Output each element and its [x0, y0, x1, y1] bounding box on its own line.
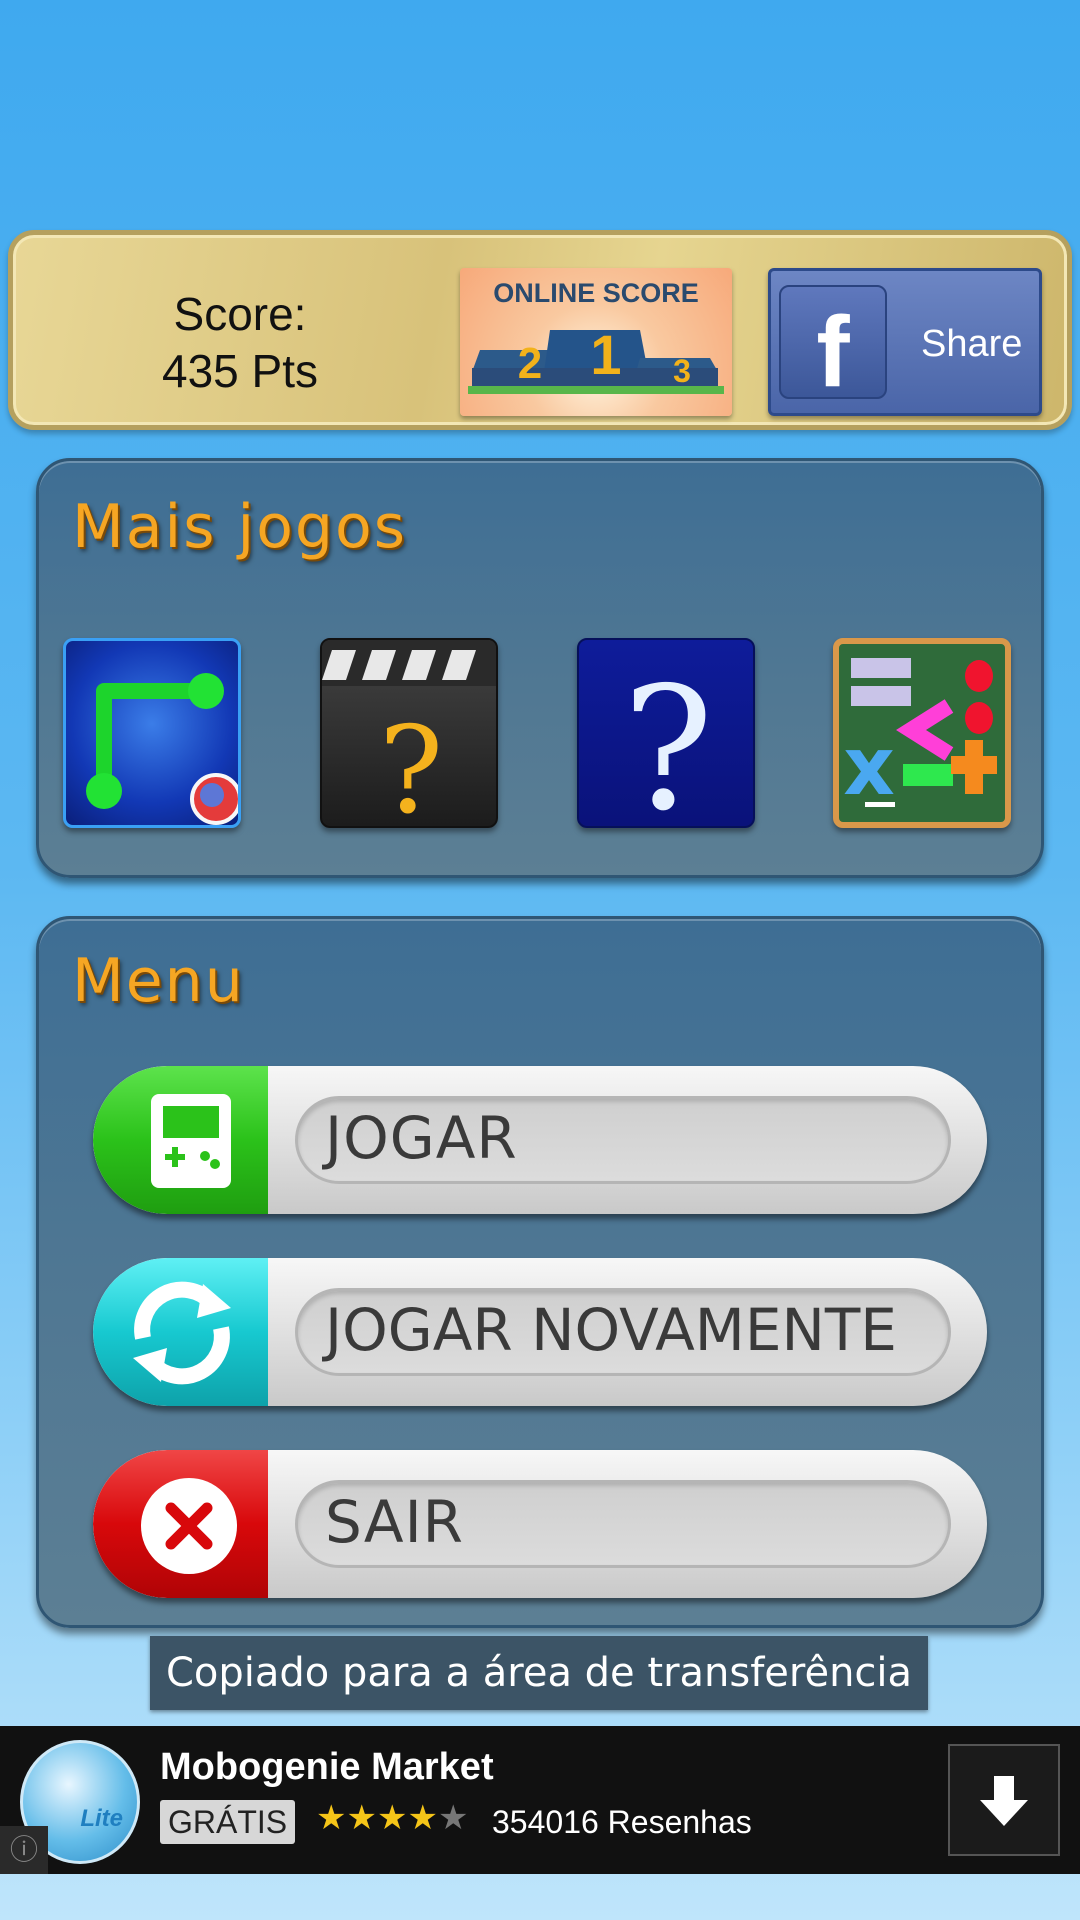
clipboard-toast: Copiado para a área de transferência: [150, 1636, 928, 1710]
svg-text:x: x: [843, 720, 895, 813]
facebook-icon: f: [779, 285, 887, 399]
star-icon: ★: [346, 1798, 377, 1838]
star-empty-icon: ★: [437, 1798, 469, 1838]
podium-first: 1: [590, 323, 621, 386]
online-score-button[interactable]: ONLINE SCORE 2 1 3: [460, 268, 732, 416]
svg-text:?: ?: [622, 651, 713, 828]
score-display: Score: 435 Pts: [100, 286, 380, 400]
play-button-label: JOGAR: [325, 1104, 518, 1172]
podium-third: 3: [673, 353, 691, 389]
play-again-button-cap: [93, 1258, 268, 1406]
movie-quiz-game-icon[interactable]: ?: [320, 638, 498, 828]
ad-banner[interactable]: Lite Mobogenie Market GRÁTIS ★★★★★ 35401…: [0, 1726, 1080, 1874]
menu-title: Menu: [72, 946, 245, 1016]
gamepad-icon: [151, 1094, 231, 1188]
ad-price-badge: GRÁTIS: [160, 1800, 296, 1844]
ad-title: Mobogenie Market: [160, 1746, 494, 1788]
svg-text:?: ?: [379, 702, 443, 828]
exit-button-label: SAIR: [325, 1488, 464, 1556]
exit-button[interactable]: SAIR: [93, 1450, 987, 1598]
score-value: 435 Pts: [162, 345, 318, 397]
math-game-icon[interactable]: x: [833, 638, 1011, 828]
refresh-icon: [133, 1281, 231, 1385]
quiz-game-icon[interactable]: ?: [577, 638, 755, 828]
connect-dots-game-icon[interactable]: [63, 638, 241, 828]
exit-button-cap: [93, 1450, 268, 1598]
star-icon: ★: [316, 1798, 347, 1838]
facebook-share-button[interactable]: f Share: [768, 268, 1042, 416]
play-button[interactable]: JOGAR: [93, 1066, 987, 1214]
play-again-button-label: JOGAR NOVAMENTE: [325, 1296, 897, 1364]
podium-icon: 2 1 3: [468, 323, 724, 394]
ad-download-button[interactable]: [948, 1744, 1060, 1856]
podium-second: 2: [518, 339, 542, 388]
star-icon: ★: [376, 1798, 408, 1838]
download-arrow-icon: [980, 1776, 1028, 1826]
score-label: Score:: [173, 288, 307, 340]
info-icon[interactable]: ⓘ: [0, 1826, 48, 1874]
ad-rating-stars: ★★★★★: [316, 1798, 468, 1838]
play-again-button[interactable]: JOGAR NOVAMENTE: [93, 1258, 987, 1406]
share-label: Share: [921, 323, 1023, 365]
more-games-title: Mais jogos: [72, 492, 407, 562]
ad-reviews: 354016 Resenhas: [492, 1804, 752, 1840]
star-icon: ★: [407, 1798, 438, 1838]
close-icon: [141, 1478, 237, 1574]
ad-logo-text: Lite: [80, 1805, 123, 1832]
play-button-cap: [93, 1066, 268, 1214]
